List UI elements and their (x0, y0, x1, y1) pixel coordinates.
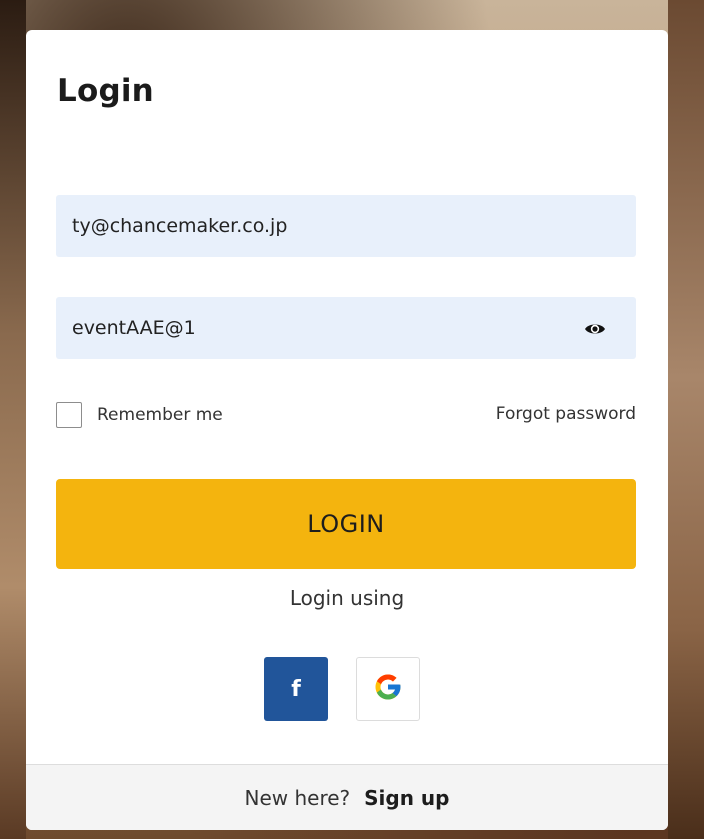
facebook-icon: f (291, 676, 301, 702)
page-title: Login (57, 73, 154, 109)
password-field[interactable] (56, 297, 636, 359)
remember-label: Remember me (97, 405, 223, 425)
login-card: Login Remember me Forgot password LOGIN … (26, 30, 668, 830)
eye-icon[interactable] (584, 318, 606, 340)
signup-footer: New here? Sign up (26, 764, 668, 830)
google-login-button[interactable] (356, 657, 420, 721)
background-right (668, 0, 704, 839)
google-icon (373, 672, 403, 706)
email-field-container (56, 195, 636, 257)
new-here-text: New here? (244, 785, 351, 810)
remember-checkbox[interactable] (56, 402, 82, 428)
background-left (0, 0, 26, 839)
password-field-container (56, 297, 636, 359)
remember-me[interactable]: Remember me (56, 402, 223, 428)
email-field[interactable] (56, 195, 636, 257)
facebook-login-button[interactable]: f (264, 657, 328, 721)
login-button[interactable]: LOGIN (56, 479, 636, 569)
forgot-password-link[interactable]: Forgot password (496, 404, 636, 424)
login-using-label: Login using (289, 586, 405, 610)
signup-link[interactable]: Sign up (364, 786, 449, 810)
